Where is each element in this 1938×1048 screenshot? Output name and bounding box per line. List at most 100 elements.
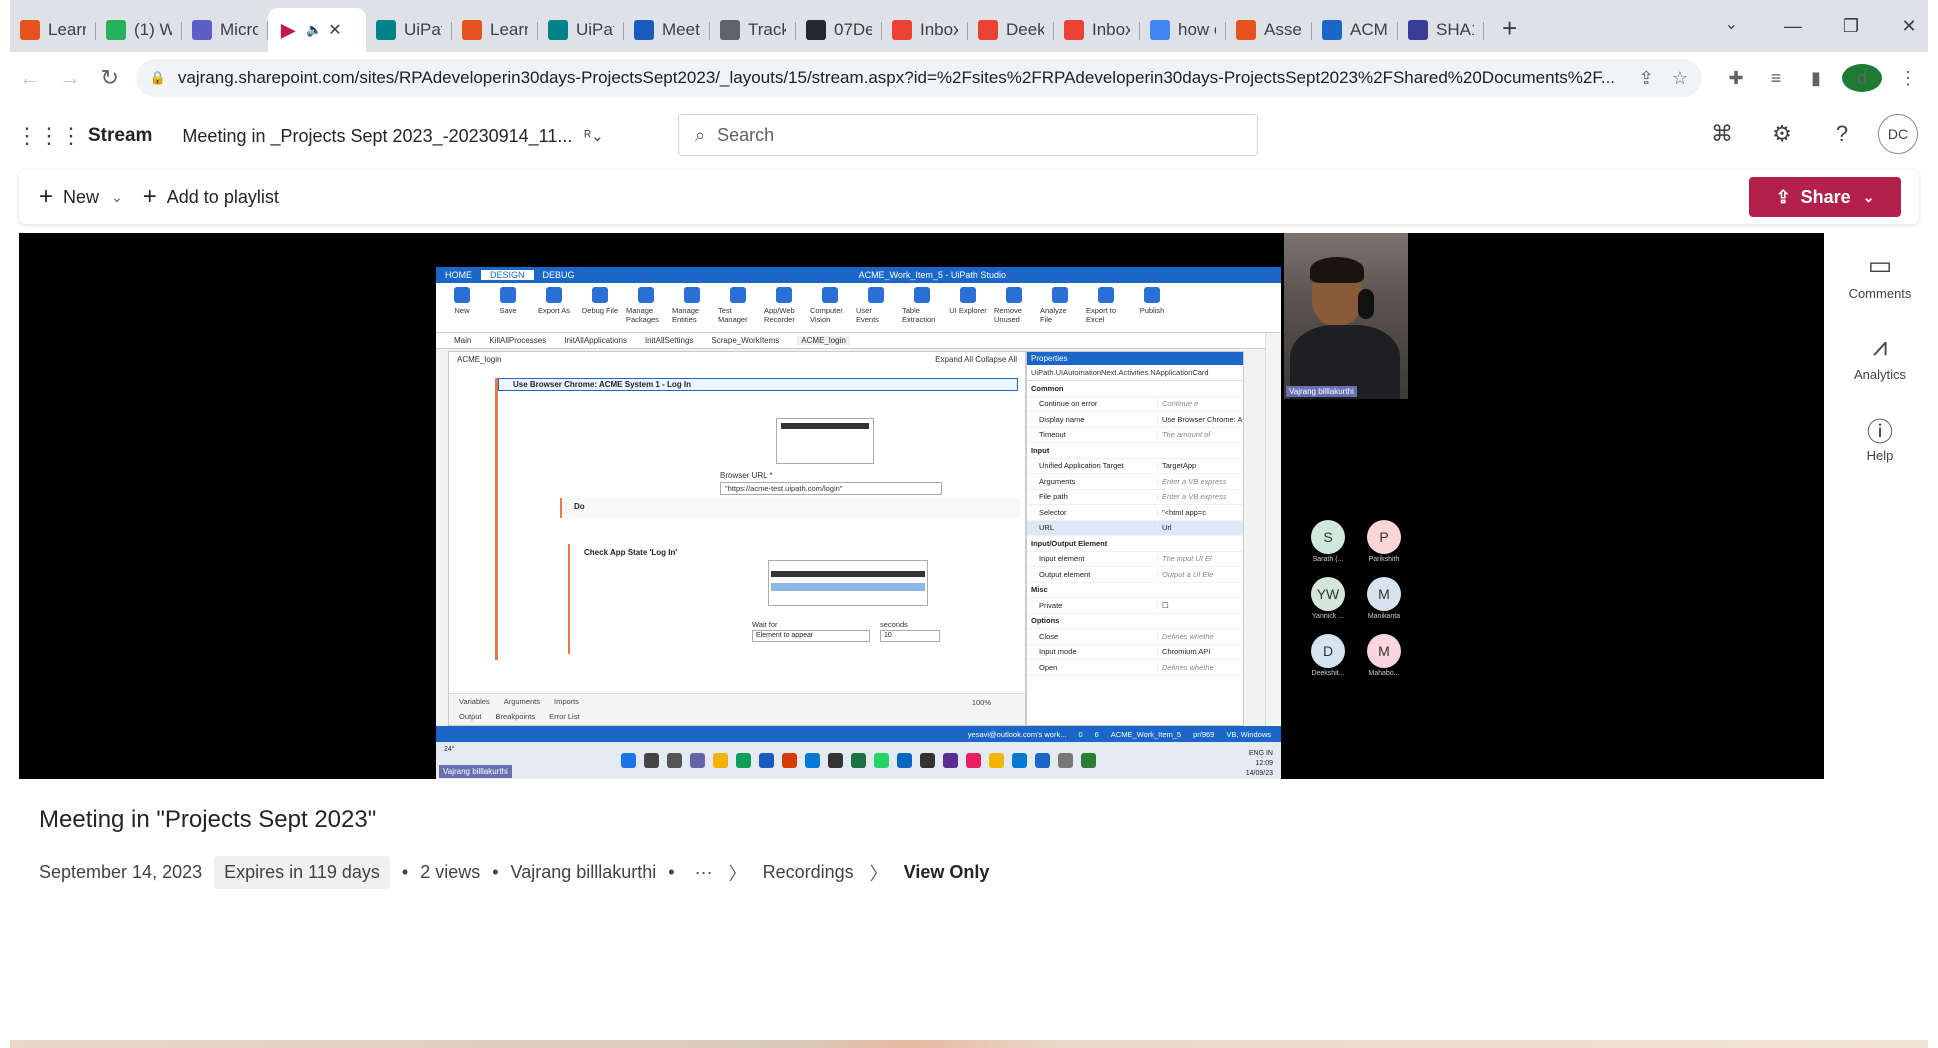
search-input[interactable]: ⌕ Search bbox=[678, 114, 1258, 156]
property-value: Use Browser Chrome: A bbox=[1157, 414, 1243, 424]
browser-tab[interactable]: (1) Wh bbox=[96, 8, 182, 52]
browser-tab[interactable]: UiPath bbox=[366, 8, 452, 52]
browser-tabstrip: Learni (1) Wh Micros ▶ 🔈 ✕ UiPath Learni UiPath M… bbox=[10, 0, 1928, 52]
back-button[interactable]: ← bbox=[10, 65, 50, 91]
browser-tab[interactable]: Tracke bbox=[710, 8, 796, 52]
profile-avatar[interactable]: d bbox=[1842, 64, 1882, 92]
breadcrumb-recordings[interactable]: Recordings bbox=[763, 862, 854, 883]
property-value: ☐ bbox=[1157, 600, 1243, 610]
breadcrumb-view-only[interactable]: View Only bbox=[904, 862, 990, 883]
browser-url-label: Browser URL * bbox=[720, 471, 773, 480]
new-tab-button[interactable]: + bbox=[1502, 13, 1517, 44]
plus-icon: + bbox=[39, 183, 54, 210]
media-control-icon[interactable]: ≡ bbox=[1756, 68, 1796, 89]
help-button[interactable]: ⓘ Help bbox=[1840, 412, 1920, 463]
search-placeholder: Search bbox=[717, 124, 775, 145]
uipath-icon bbox=[20, 20, 40, 40]
browser-tab[interactable]: how c bbox=[1140, 8, 1226, 52]
uipath-icon bbox=[462, 20, 482, 40]
ribbon-tab: HOME bbox=[445, 270, 472, 280]
ribbon-button: Debug File bbox=[580, 287, 620, 328]
video-player[interactable]: HOME DESIGN DEBUG ACME_Work_Item_5 - UiP… bbox=[19, 233, 1824, 779]
browser-tab[interactable]: ▶ 🔈 ✕ bbox=[268, 8, 366, 52]
more-options-button[interactable]: ··· bbox=[695, 862, 713, 883]
settings-gear-icon[interactable]: ⚙ bbox=[1752, 121, 1812, 147]
feedback-icon[interactable]: ⌘ bbox=[1692, 121, 1752, 147]
browser-tab[interactable]: Learni bbox=[452, 8, 538, 52]
canvas-label-text: ACME_login bbox=[457, 355, 502, 364]
property-key: Input bbox=[1031, 445, 1050, 455]
property-key: Continue on error bbox=[1039, 399, 1098, 409]
share-button[interactable]: ⇪ Share ⌄ bbox=[1749, 177, 1901, 217]
ribbon-button: Analyze File bbox=[1040, 287, 1080, 328]
app-launcher-icon[interactable]: ⋮⋮⋮ bbox=[16, 123, 82, 149]
close-window-button[interactable]: ✕ bbox=[1880, 16, 1938, 37]
add-to-playlist-button[interactable]: + Add to playlist bbox=[143, 183, 279, 211]
expiration-badge[interactable]: Expires in 119 days bbox=[214, 856, 390, 889]
reload-button[interactable]: ↻ bbox=[90, 65, 130, 91]
ribbon-button-icon bbox=[1052, 287, 1068, 303]
close-tab-icon[interactable]: ✕ bbox=[328, 20, 341, 40]
address-toolbar: ← → ↻ 🔒 vajrang.sharepoint.com/sites/RPA… bbox=[10, 52, 1928, 104]
lock-icon[interactable]: 🔒 bbox=[150, 70, 166, 86]
taskbar-app-icon bbox=[1012, 753, 1027, 768]
url-text[interactable]: vajrang.sharepoint.com/sites/RPAdevelope… bbox=[178, 68, 1621, 88]
ribbon-button-icon bbox=[1006, 287, 1022, 303]
address-bar[interactable]: 🔒 vajrang.sharepoint.com/sites/RPAdevelo… bbox=[135, 59, 1702, 97]
browser-tab[interactable]: Deeks bbox=[968, 8, 1054, 52]
analytics-button[interactable]: ⩘ Analytics bbox=[1840, 331, 1920, 382]
participant-avatar: M bbox=[1367, 577, 1401, 611]
studio-doc-tabs: Main KillAllProcesses InitAllApplications I… bbox=[436, 333, 1281, 349]
ribbon-button-label: Test Manager bbox=[718, 306, 748, 324]
people-chevron-icon[interactable]: ᴿ⌄ bbox=[584, 127, 603, 145]
uipath-icon bbox=[1236, 20, 1256, 40]
sequence-title: Use Browser Chrome: ACME System 1 - Log … bbox=[498, 378, 1018, 391]
property-row: Close Defines whethe bbox=[1027, 629, 1243, 645]
browser-tab[interactable]: Meetir bbox=[624, 8, 710, 52]
ribbon-button: Publish bbox=[1132, 287, 1172, 328]
browser-tab[interactable]: UiPath bbox=[538, 8, 624, 52]
camera-feed: Vajrang billlakurthi bbox=[1284, 233, 1408, 399]
browser-tab[interactable]: Assets bbox=[1226, 8, 1312, 52]
help-question-icon[interactable]: ? bbox=[1812, 121, 1872, 147]
share-page-icon[interactable]: ⇪ bbox=[1639, 68, 1654, 89]
taskbar-app-icon bbox=[920, 753, 935, 768]
app-name[interactable]: Stream bbox=[88, 125, 152, 147]
sha-icon bbox=[1408, 20, 1428, 40]
owner-name[interactable]: Vajrang billlakurthi bbox=[511, 862, 657, 883]
property-key: Open bbox=[1039, 662, 1058, 672]
ribbon-button-label: Manage Entities bbox=[672, 306, 700, 324]
comments-button[interactable]: ▭ Comments bbox=[1840, 250, 1920, 301]
browser-tab[interactable]: Micros bbox=[182, 8, 268, 52]
sequence-block: Use Browser Chrome: ACME System 1 - Log … bbox=[495, 378, 1023, 660]
ribbon-button: New bbox=[442, 287, 482, 328]
browser-tab[interactable]: Inbox bbox=[882, 8, 968, 52]
comment-icon: ▭ bbox=[1867, 250, 1893, 280]
status-item: ACME_Work_Item_5 bbox=[1110, 729, 1182, 739]
user-avatar[interactable]: DC bbox=[1878, 114, 1918, 154]
command-bar: + New ⌄ + Add to playlist ⇪ Share ⌄ bbox=[19, 170, 1919, 224]
browser-tab[interactable]: Learni bbox=[10, 8, 96, 52]
tab-title: Tracke bbox=[748, 20, 786, 39]
browser-tab[interactable]: SHA1 bbox=[1398, 8, 1484, 52]
speaker-icon[interactable]: 🔈 bbox=[306, 22, 322, 38]
whatsapp-icon bbox=[106, 20, 126, 40]
minimize-button[interactable]: — bbox=[1764, 16, 1822, 37]
restore-button[interactable]: ❐ bbox=[1822, 16, 1880, 37]
chrome-menu-icon[interactable]: ⋮ bbox=[1888, 68, 1928, 89]
new-button[interactable]: + New ⌄ bbox=[39, 183, 123, 211]
document-title[interactable]: Meeting in _Projects Sept 2023_-20230914… bbox=[182, 126, 572, 147]
browser-tab[interactable]: 07Dee bbox=[796, 8, 882, 52]
extensions-puzzle-icon[interactable]: ✚ bbox=[1716, 68, 1756, 89]
bookmark-star-icon[interactable]: ☆ bbox=[1672, 68, 1688, 89]
side-panel-icon[interactable]: ▮ bbox=[1796, 68, 1836, 89]
forward-button[interactable]: → bbox=[50, 65, 90, 91]
browser-tab[interactable]: ACME bbox=[1312, 8, 1398, 52]
property-key: Timeout bbox=[1039, 430, 1066, 440]
browser-tab[interactable]: Inbox bbox=[1054, 8, 1140, 52]
tab-title: SHA1 bbox=[1436, 20, 1474, 39]
property-row: Arguments Enter a VB express bbox=[1027, 474, 1243, 490]
uipath-icon bbox=[1322, 20, 1342, 40]
ribbon-button-label: UI Explorer bbox=[949, 306, 987, 315]
tab-search-chevron-icon[interactable]: ⌄ bbox=[1725, 14, 1738, 34]
